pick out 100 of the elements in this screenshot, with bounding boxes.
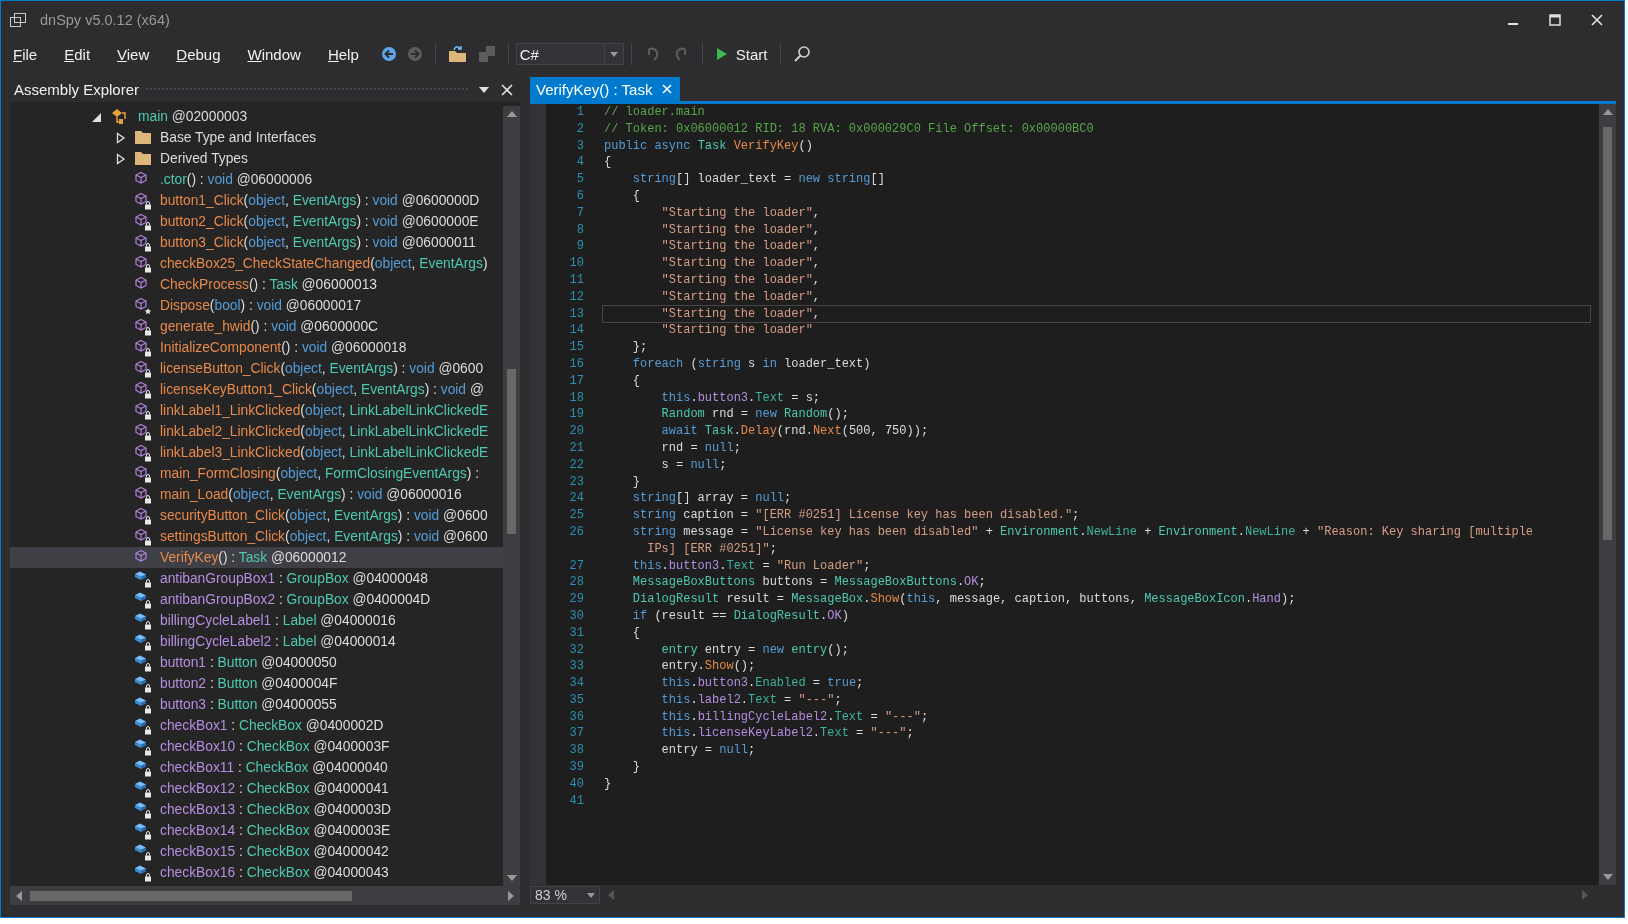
tree-item[interactable]: Dispose(bool) : void @06000017: [10, 295, 503, 316]
cube-lock-icon: [134, 485, 152, 504]
horizontal-scrollbar[interactable]: [10, 886, 520, 905]
line-number: 32: [568, 641, 585, 659]
pane-close-button[interactable]: [498, 81, 516, 98]
editor-tab[interactable]: VerifyKey() : Task: [530, 77, 681, 101]
tree-item[interactable]: Base Type and Interfaces: [10, 127, 503, 148]
line-number: 35: [568, 691, 585, 709]
cube-lock-icon: [134, 254, 152, 273]
play-icon: [715, 47, 728, 61]
menu-item[interactable]: Help: [317, 42, 369, 66]
tree-item[interactable]: checkBox13 : CheckBox @0400003D: [10, 799, 503, 820]
tree-item[interactable]: checkBox11 : CheckBox @04000040: [10, 757, 503, 778]
vertical-scrollbar[interactable]: [1599, 104, 1616, 885]
zoom-value: 83 %: [535, 887, 567, 903]
scroll-down-icon[interactable]: [1602, 874, 1613, 880]
tree-item[interactable]: button1_Click(object, EventArgs) : void @0600000D: [10, 190, 503, 211]
language-combo[interactable]: C#: [515, 43, 624, 65]
tree-item[interactable]: billingCycleLabel2 : Label @04000014: [10, 631, 503, 652]
tree-item[interactable]: Derived Types: [10, 148, 503, 169]
start-button[interactable]: Start: [709, 41, 774, 67]
line-number: 6: [575, 188, 585, 205]
tree-item[interactable]: main @02000003: [10, 106, 503, 127]
menu-item[interactable]: View: [107, 42, 160, 66]
cube-lock-icon: [134, 191, 152, 210]
code-line: "Starting the loader",: [660, 255, 822, 273]
tree-item[interactable]: settingsButton_Click(object, EventArgs) : void @0600: [10, 526, 503, 547]
menu-item[interactable]: File: [3, 42, 48, 66]
line-number: 1: [575, 104, 585, 121]
line-number: 17: [568, 372, 585, 390]
scroll-down-icon[interactable]: [506, 875, 517, 881]
tree-item[interactable]: checkBox16 : CheckBox @04000043: [10, 862, 503, 883]
tree-item[interactable]: button2 : Button @0400004F: [10, 673, 503, 694]
scroll-up-icon[interactable]: [1602, 109, 1613, 115]
scrollbar-thumb[interactable]: [30, 890, 353, 901]
line-number: 10: [568, 255, 585, 272]
tree-item[interactable]: CheckProcess() : Task @06000013: [10, 274, 503, 295]
tree-item[interactable]: securityButton_Click(object, EventArgs) : void @0600: [10, 505, 503, 526]
expander-icon[interactable]: [116, 152, 126, 165]
close-icon[interactable]: [662, 84, 673, 94]
line-number: 21: [568, 439, 585, 457]
tree-item[interactable]: checkBox25_CheckStateChanged(object, EventArgs): [10, 253, 503, 274]
tree-item[interactable]: .ctor() : void @06000006: [10, 169, 503, 190]
brick-lock-icon: [134, 590, 152, 609]
tree-item[interactable]: main_Load(object, EventArgs) : void @06000016: [10, 484, 503, 505]
tree-item[interactable]: button3 : Button @04000055: [10, 694, 503, 715]
tree-item[interactable]: billingCycleLabel1 : Label @04000016: [10, 610, 503, 631]
tree-item[interactable]: button2_Click(object, EventArgs) : void @0600000E: [10, 211, 503, 232]
cube-lock-icon: [134, 401, 152, 420]
code-line: "Starting the loader",: [660, 271, 822, 289]
tree-item[interactable]: linkLabel1_LinkClicked(object, LinkLabelLinkClickedE: [10, 400, 503, 421]
expander-icon[interactable]: [116, 131, 126, 144]
menu-item[interactable]: Edit: [54, 42, 101, 66]
code-line: this.button3.Text = "Run Loader";: [631, 557, 872, 575]
tree-item[interactable]: antibanGroupBox2 : GroupBox @0400004D: [10, 589, 503, 610]
code-line: entry.Show();: [660, 658, 757, 676]
line-number: 16: [568, 355, 585, 373]
tree-item[interactable]: checkBox10 : CheckBox @0400003F: [10, 736, 503, 757]
line-number: 9: [575, 238, 585, 256]
line-number: 27: [568, 557, 585, 575]
vertical-scrollbar[interactable]: [503, 106, 520, 886]
code-line: this.licenseKeyLabel2.Text = "---";: [660, 725, 915, 743]
tree-item[interactable]: VerifyKey() : Task @06000012: [10, 547, 503, 568]
tree-item[interactable]: checkBox14 : CheckBox @0400003E: [10, 820, 503, 841]
tree-item[interactable]: button3_Click(object, EventArgs) : void @06000011: [10, 232, 503, 253]
cube-lock-icon: [134, 464, 152, 483]
code-line: "Starting the loader",: [660, 221, 822, 239]
menu-item[interactable]: Debug: [166, 42, 231, 66]
code-line: if (result == DialogResult.OK): [631, 607, 850, 625]
tree-item[interactable]: generate_hwid() : void @0600000C: [10, 316, 503, 337]
code-line: string caption = "[ERR #0251] License key has been disabled.";: [631, 507, 1081, 525]
code-line: "Starting the loader",: [660, 288, 822, 306]
scrollbar-thumb[interactable]: [1603, 126, 1612, 540]
line-number: 15: [568, 339, 585, 356]
pane-menu-button[interactable]: [476, 84, 492, 95]
line-number: 8: [575, 221, 585, 239]
tree-item[interactable]: button1 : Button @04000050: [10, 652, 503, 673]
menu-item[interactable]: Window: [237, 42, 311, 66]
line-number: 12: [568, 288, 585, 306]
zoom-combo[interactable]: 83 %: [530, 886, 600, 904]
tree-item[interactable]: licenseButton_Click(object, EventArgs) : void @0600: [10, 358, 503, 379]
scroll-right-icon[interactable]: [508, 890, 514, 901]
scroll-up-icon[interactable]: [506, 111, 517, 117]
tree-item[interactable]: antibanGroupBox1 : GroupBox @04000048: [10, 568, 503, 589]
tree-item[interactable]: licenseKeyButton1_Click(object, EventArgs) : void @: [10, 379, 503, 400]
tree-item[interactable]: InitializeComponent() : void @06000018: [10, 337, 503, 358]
tree-item[interactable]: linkLabel3_LinkClicked(object, LinkLabelLinkClickedE: [10, 442, 503, 463]
tree-item[interactable]: checkBox12 : CheckBox @04000041: [10, 778, 503, 799]
tree-item[interactable]: checkBox1 : CheckBox @0400002D: [10, 715, 503, 736]
line-number: 37: [568, 725, 585, 743]
tree-item[interactable]: main_FormClosing(object, FormClosingEventArgs) :: [10, 463, 503, 484]
scrollbar-thumb[interactable]: [507, 368, 516, 534]
tree-item[interactable]: linkLabel2_LinkClicked(object, LinkLabelLinkClickedE: [10, 421, 503, 442]
code-line: this.label2.Text = "---";: [660, 691, 843, 709]
code-line: "Starting the loader",: [660, 204, 822, 222]
cube-lock-icon: [134, 506, 152, 525]
code-line: {: [603, 154, 613, 172]
tree-item[interactable]: checkBox15 : CheckBox @04000042: [10, 841, 503, 862]
code-line: await Task.Delay(rnd.Next(500, 750));: [660, 423, 930, 441]
scroll-left-icon[interactable]: [16, 890, 22, 901]
